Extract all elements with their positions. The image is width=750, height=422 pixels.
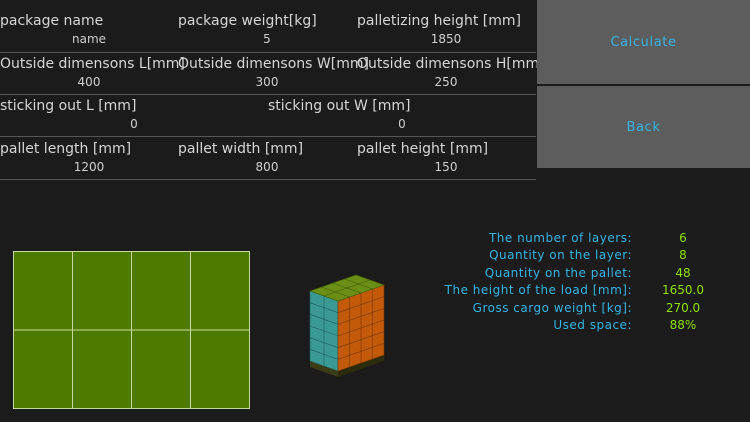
pallet-length-label: pallet length [mm] xyxy=(0,141,132,157)
package-weight-field[interactable]: package weight[kg] 5 xyxy=(178,0,357,46)
result-label: Quantity on the layer: xyxy=(489,248,632,263)
result-label: Used space: xyxy=(553,318,632,332)
result-value: 48 xyxy=(675,265,691,280)
package-weight-label: package weight[kg] xyxy=(178,13,317,29)
pallet-height-label: pallet height [mm] xyxy=(357,141,489,157)
pallet-length-value: 1200 xyxy=(73,160,105,174)
sticking-out-l-label: sticking out L [mm] xyxy=(0,98,137,114)
divider xyxy=(0,179,536,180)
result-value: 1650.0 xyxy=(662,283,704,298)
palletizing-height-label: palletizing height [mm] xyxy=(357,13,521,29)
result-value: 8 xyxy=(679,248,687,263)
outside-dimension-w-field[interactable]: Outside dimensons W[mm] 300 xyxy=(178,43,369,89)
outside-dimension-h-label: Outside dimensons H[mm] xyxy=(357,56,545,72)
pallet-width-value: 800 xyxy=(255,160,279,174)
sticking-out-w-field[interactable]: sticking out W [mm] 0 xyxy=(268,85,536,131)
back-button[interactable]: Back xyxy=(537,86,750,168)
pallet-height-field[interactable]: pallet height [mm] 150 xyxy=(357,128,536,174)
sticking-out-w-label: sticking out W [mm] xyxy=(268,98,411,114)
outside-dimension-l-label: Outside dimensons L[mm] xyxy=(0,56,185,72)
result-label: Gross cargo weight [kg]: xyxy=(472,300,632,315)
result-value: 88% xyxy=(669,318,697,332)
outside-dimension-w-label: Outside dimensons W[mm] xyxy=(178,56,369,72)
pallet-stack-3d xyxy=(309,274,385,377)
package-name-label: package name xyxy=(0,13,104,29)
outside-dimension-h-field[interactable]: Outside dimensons H[mm] 250 xyxy=(357,43,545,89)
result-label: Quantity on the pallet: xyxy=(484,265,632,280)
result-label: The height of the load [mm]: xyxy=(444,283,632,298)
calculate-button[interactable]: Calculate xyxy=(537,0,750,84)
result-value: 270.0 xyxy=(665,300,701,315)
pallet-length-field[interactable]: pallet length [mm] 1200 xyxy=(0,128,178,174)
result-label: The number of layers: xyxy=(488,231,632,245)
sticking-out-l-field[interactable]: sticking out L [mm] 0 xyxy=(0,85,268,131)
stack-3d-group xyxy=(309,274,385,377)
package-name-field[interactable]: package name name xyxy=(0,0,178,46)
outside-dimension-l-field[interactable]: Outside dimensons L[mm] 400 xyxy=(0,43,185,89)
pallet-height-value: 150 xyxy=(434,160,458,174)
result-value: 6 xyxy=(679,231,687,245)
pallet-width-field[interactable]: pallet width [mm] 800 xyxy=(178,128,357,174)
layer-plan xyxy=(13,251,250,409)
palletizing-height-field[interactable]: palletizing height [mm] 1850 xyxy=(357,0,536,46)
pallet-width-label: pallet width [mm] xyxy=(178,141,304,157)
